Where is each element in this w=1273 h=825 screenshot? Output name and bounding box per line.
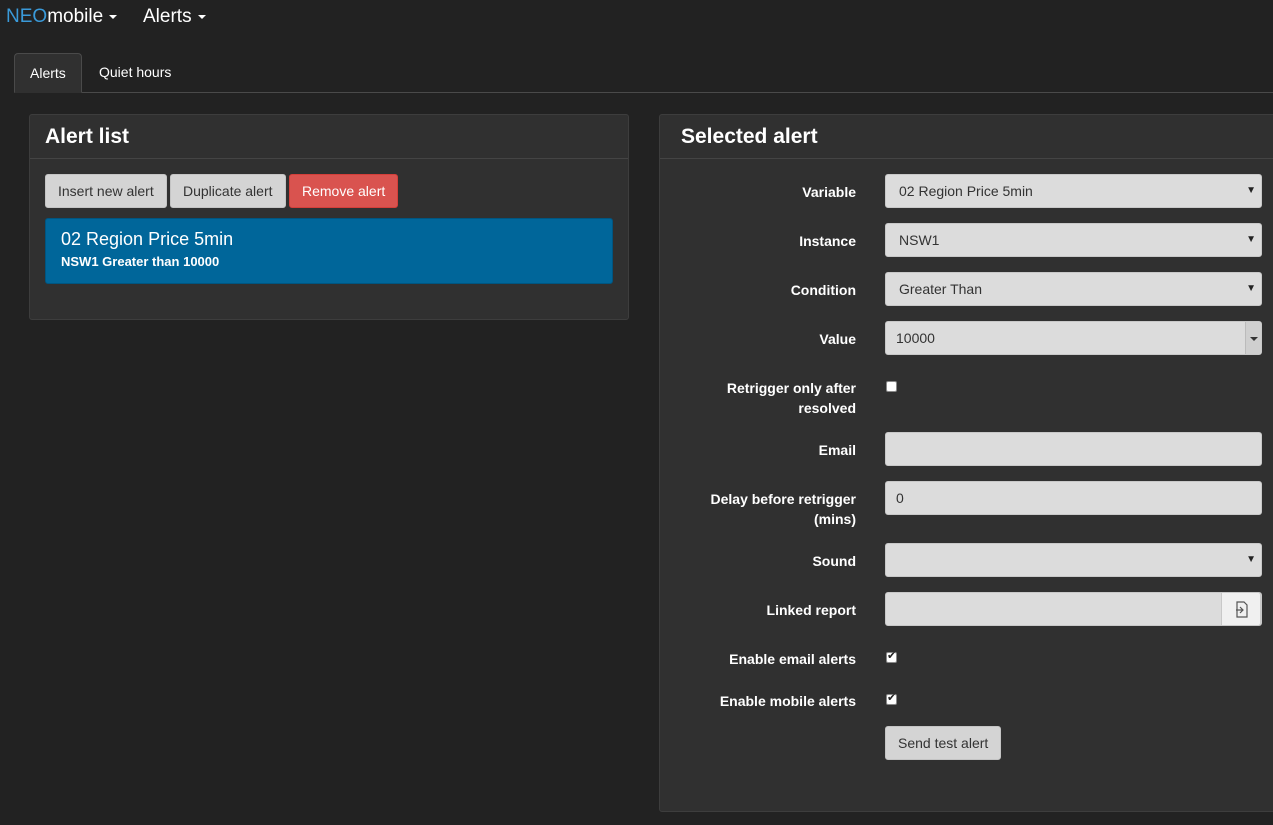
check-icon: ✔ <box>887 692 897 704</box>
select-arrow-icon: ▼ <box>1246 234 1256 245</box>
open-file-icon <box>1236 601 1248 618</box>
condition-select[interactable]: Greater Than ▼ <box>885 272 1262 306</box>
linked-report-input[interactable] <box>885 592 1262 626</box>
delay-label: Delay before retrigger (mins) <box>656 489 857 529</box>
selected-alert-panel: Selected alert Variable 02 Region Price … <box>659 114 1273 812</box>
retrigger-label: Retrigger only after resolved <box>656 378 856 418</box>
alert-form: Variable 02 Region Price 5min ▼ Instance… <box>660 115 1263 813</box>
check-icon: ✔ <box>887 650 897 662</box>
alert-list-item[interactable]: 02 Region Price 5min NSW1 Greater than 1… <box>45 218 613 284</box>
alert-item-title: 02 Region Price 5min <box>61 229 234 249</box>
value-number-input[interactable]: 10000 <box>885 321 1262 355</box>
insert-new-alert-button[interactable]: Insert new alert <box>45 174 167 208</box>
select-arrow-icon: ▼ <box>1246 554 1256 565</box>
number-spinner[interactable] <box>1245 322 1261 354</box>
value-input-value: 10000 <box>896 330 935 346</box>
enable-email-label: Enable email alerts <box>729 651 856 667</box>
retrigger-label-line1: Retrigger only after <box>726 380 856 396</box>
value-label: Value <box>819 331 856 347</box>
email-input[interactable] <box>885 432 1262 466</box>
tab-alerts[interactable]: Alerts <box>14 53 82 93</box>
condition-select-value: Greater Than <box>899 281 983 297</box>
remove-alert-button[interactable]: Remove alert <box>289 174 399 208</box>
delay-input-value: 0 <box>896 490 904 506</box>
select-arrow-icon: ▼ <box>1246 185 1256 196</box>
caret-down-icon <box>109 14 118 19</box>
email-label: Email <box>818 442 856 458</box>
instance-select[interactable]: NSW1 ▼ <box>885 223 1262 257</box>
enable-email-checkbox[interactable]: ✔ <box>886 650 897 663</box>
tab-quiet-hours[interactable]: Quiet hours <box>84 53 186 93</box>
instance-select-value: NSW1 <box>899 232 940 248</box>
linked-report-browse-button[interactable] <box>1221 592 1261 626</box>
sound-select[interactable]: ▼ <box>885 543 1262 577</box>
caret-down-icon <box>197 14 206 19</box>
retrigger-checkbox[interactable] <box>886 381 897 392</box>
variable-select[interactable]: 02 Region Price 5min ▼ <box>885 174 1262 208</box>
alert-list-panel: Alert list Insert new alert Duplicate al… <box>29 114 629 320</box>
alert-list-title: Alert list <box>45 125 130 148</box>
send-test-alert-button[interactable]: Send test alert <box>885 726 1002 760</box>
delay-input[interactable]: 0 <box>885 481 1262 515</box>
alert-item-subtitle: NSW1 Greater than 10000 <box>61 254 220 269</box>
retrigger-label-line2: resolved <box>798 400 856 416</box>
alerts-menu[interactable]: Alerts <box>143 6 206 28</box>
instance-label: Instance <box>799 233 856 249</box>
enable-mobile-checkbox[interactable]: ✔ <box>886 692 897 705</box>
spinner-down-icon <box>1250 337 1258 341</box>
enable-mobile-label: Enable mobile alerts <box>719 693 856 709</box>
delay-label-line2: (mins) <box>814 511 856 527</box>
select-arrow-icon: ▼ <box>1246 283 1256 294</box>
top-navbar: NEOmobile Alerts <box>0 0 1273 40</box>
variable-select-value: 02 Region Price 5min <box>899 183 1033 199</box>
duplicate-alert-button[interactable]: Duplicate alert <box>170 174 286 208</box>
alerts-menu-label: Alerts <box>143 6 192 27</box>
delay-label-line1: Delay before retrigger <box>710 491 857 507</box>
brand-menu[interactable]: NEOmobile <box>6 6 118 28</box>
alert-list-heading: Alert list <box>30 115 628 159</box>
linked-report-label: Linked report <box>766 602 856 618</box>
sound-label: Sound <box>812 553 856 569</box>
brand-prefix: NEO <box>6 6 48 27</box>
condition-label: Condition <box>790 282 856 298</box>
tabs-divider <box>14 92 1273 93</box>
brand-suffix: mobile <box>47 6 104 27</box>
variable-label: Variable <box>802 184 856 200</box>
